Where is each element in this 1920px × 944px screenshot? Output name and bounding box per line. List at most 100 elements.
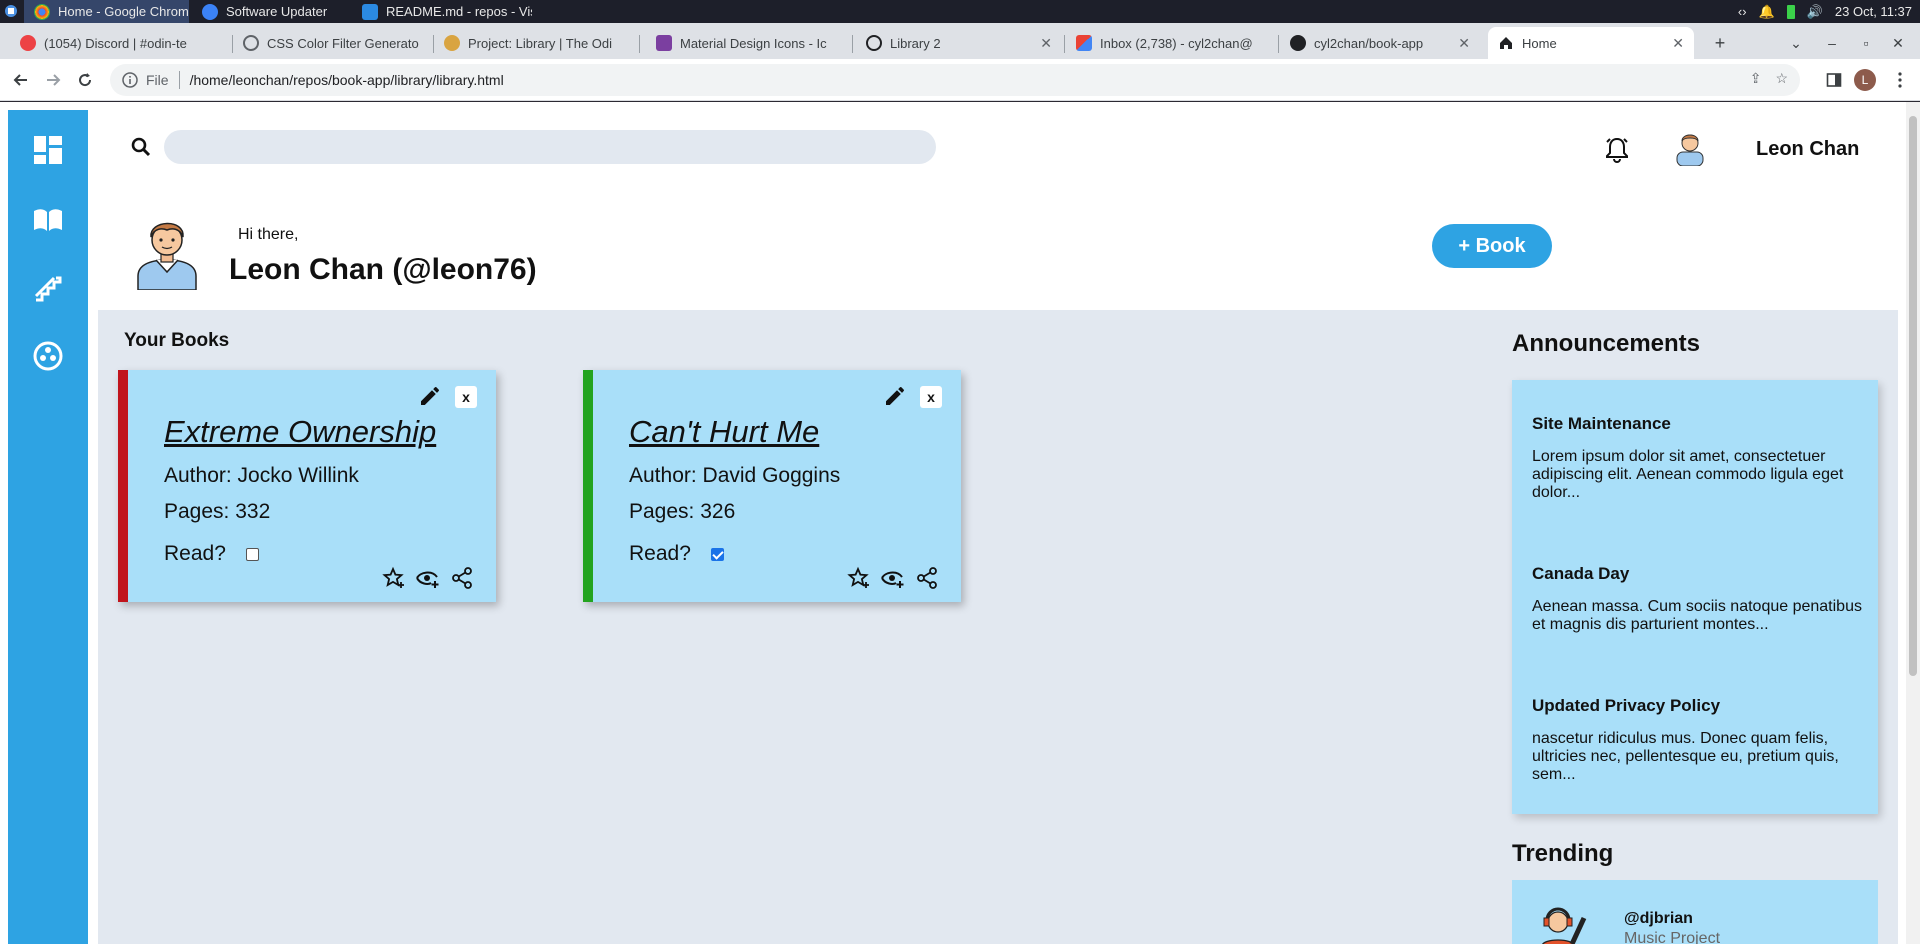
close-tab-icon[interactable]: ✕ — [1040, 35, 1052, 52]
tab-discord[interactable]: (1054) Discord | #odin-te — [10, 27, 232, 59]
welcome-banner: Hi there, Leon Chan (@leon76) + Book — [96, 172, 1896, 312]
url-text[interactable]: /home/leonchan/repos/book-app/library/li… — [190, 72, 504, 88]
app-header: Leon Chan — [96, 102, 1896, 172]
search-input[interactable] — [164, 130, 936, 164]
tab-home[interactable]: Home ✕ — [1488, 27, 1694, 59]
eye-plus-icon[interactable] — [416, 566, 440, 590]
tab-title: Project: Library | The Odi — [468, 35, 613, 51]
taskbar-item-label: README.md - repos - Visual ... — [386, 4, 532, 19]
book-title[interactable]: Can't Hurt Me — [629, 414, 819, 450]
trending-panel: @djbrian Music Project — [1512, 880, 1878, 944]
vscode-icon — [362, 3, 378, 20]
page-scrollbar[interactable] — [1906, 102, 1920, 944]
reload-button[interactable] — [73, 68, 97, 92]
new-tab-button[interactable]: + — [1708, 31, 1732, 55]
github-icon — [1290, 35, 1306, 51]
announcement-title: Site Maintenance — [1532, 414, 1671, 433]
chrome-menu-button[interactable] — [1888, 68, 1912, 92]
profile-avatar[interactable]: L — [1854, 69, 1876, 91]
book-title[interactable]: Extreme Ownership — [164, 414, 436, 450]
read-checkbox[interactable] — [246, 548, 259, 561]
taskbar-item-software-updater[interactable]: Software Updater — [192, 0, 352, 23]
browser-tab-strip: (1054) Discord | #odin-te CSS Color Filt… — [0, 23, 1920, 59]
read-checkbox[interactable] — [711, 548, 724, 561]
dashboard-icon[interactable] — [32, 134, 64, 166]
network-icon[interactable]: ‹› — [1738, 4, 1747, 19]
star-plus-icon[interactable] — [847, 566, 871, 590]
announcement-body: Aenean massa. Cum sociis natoque penatib… — [1532, 598, 1862, 633]
bookmark-star-icon[interactable]: ☆ — [1775, 70, 1788, 87]
book-card: x Extreme Ownership Author: Jocko Willin… — [118, 370, 496, 602]
tab-search-chevron-icon[interactable]: ⌄ — [1784, 31, 1808, 55]
taskbar-item-vscode[interactable]: README.md - repos - Visual ... — [352, 0, 532, 23]
minimize-button[interactable]: – — [1820, 31, 1844, 55]
close-window-button[interactable]: ✕ — [1886, 31, 1910, 55]
tab-css-color-filter[interactable]: CSS Color Filter Generato — [233, 27, 433, 59]
book-status-strip — [583, 370, 593, 602]
tab-gmail-inbox[interactable]: Inbox (2,738) - cyl2chan@ — [1066, 27, 1278, 59]
stairs-icon[interactable] — [32, 272, 64, 304]
share-icon[interactable] — [915, 566, 939, 590]
header-user-name[interactable]: Leon Chan — [1756, 138, 1859, 161]
taskbar-item-chrome[interactable]: Home - Google Chrome — [24, 0, 189, 23]
delete-book-button[interactable]: x — [920, 386, 942, 408]
os-top-bar: Home - Google Chrome Software Updater RE… — [0, 0, 1920, 23]
eye-plus-icon[interactable] — [881, 566, 905, 590]
edit-pencil-icon[interactable] — [418, 384, 442, 408]
side-panel-button[interactable] — [1822, 68, 1846, 92]
mdi-icon — [656, 35, 672, 51]
forward-button[interactable] — [41, 68, 65, 92]
trending-handle[interactable]: @djbrian — [1624, 910, 1693, 928]
clock[interactable]: 23 Oct, 11:37 — [1835, 4, 1912, 19]
profile-avatar — [137, 222, 197, 290]
tab-divider — [1064, 35, 1065, 53]
share-icon[interactable]: ⇪ — [1750, 70, 1762, 87]
volume-icon[interactable]: 🔊 — [1807, 4, 1823, 20]
omnibox-actions: ⇪ ☆ — [1750, 70, 1788, 87]
odin-icon — [444, 35, 460, 51]
share-icon[interactable] — [450, 566, 474, 590]
battery-icon[interactable] — [1786, 4, 1795, 19]
read-label: Read? — [629, 542, 691, 565]
book-pages: Pages: 326 — [629, 500, 736, 523]
info-icon[interactable] — [122, 72, 138, 88]
announcement-body: nascetur ridiculus mus. Donec quam felis… — [1532, 730, 1839, 783]
codepen-icon — [866, 35, 882, 51]
tab-github-book-app[interactable]: cyl2chan/book-app ✕ — [1280, 27, 1480, 59]
tab-odin-project[interactable]: Project: Library | The Odi — [434, 27, 639, 59]
updater-icon — [202, 3, 218, 20]
community-icon[interactable] — [32, 340, 64, 372]
star-plus-icon[interactable] — [382, 566, 406, 590]
edit-pencil-icon[interactable] — [883, 384, 907, 408]
discord-icon — [20, 35, 36, 51]
maximize-button[interactable]: ▫ — [1854, 31, 1878, 55]
book-author: Author: David Goggins — [629, 464, 841, 487]
close-tab-icon[interactable]: ✕ — [1672, 35, 1684, 52]
announcements-title: Announcements — [1512, 330, 1701, 357]
announcement-item: Site Maintenance Lorem ipsum dolor sit a… — [1532, 414, 1862, 502]
trending-subtitle: Music Project — [1624, 930, 1721, 944]
dj-avatar — [1542, 907, 1587, 944]
close-tab-icon[interactable]: ✕ — [1458, 35, 1470, 52]
book-open-icon[interactable] — [32, 204, 64, 236]
chrome-icon — [34, 3, 50, 20]
gmail-icon — [1076, 35, 1092, 51]
add-book-button[interactable]: + Book — [1432, 224, 1552, 268]
main-content: Your Books x Extreme Ownership Author: J… — [98, 310, 1898, 944]
back-button[interactable] — [9, 68, 33, 92]
search-icon[interactable] — [130, 136, 152, 158]
tab-material-design-icons[interactable]: Material Design Icons - Ic — [646, 27, 846, 59]
notification-bell-icon[interactable] — [1604, 135, 1630, 163]
book-card: x Can't Hurt Me Author: David Goggins Pa… — [583, 370, 961, 602]
address-bar[interactable]: File /home/leonchan/repos/book-app/libra… — [110, 64, 1800, 96]
user-avatar[interactable] — [1672, 128, 1708, 166]
app-menu-icon[interactable] — [4, 4, 18, 18]
book-status-strip — [118, 370, 128, 602]
home-icon — [1500, 37, 1512, 49]
notification-bell-icon[interactable]: 🔔 — [1759, 4, 1775, 20]
books-section-title: Your Books — [124, 330, 230, 351]
url-divider — [178, 71, 180, 89]
scrollbar-thumb[interactable] — [1909, 116, 1917, 676]
tab-library-2[interactable]: Library 2 ✕ — [856, 27, 1062, 59]
delete-book-button[interactable]: x — [455, 386, 477, 408]
